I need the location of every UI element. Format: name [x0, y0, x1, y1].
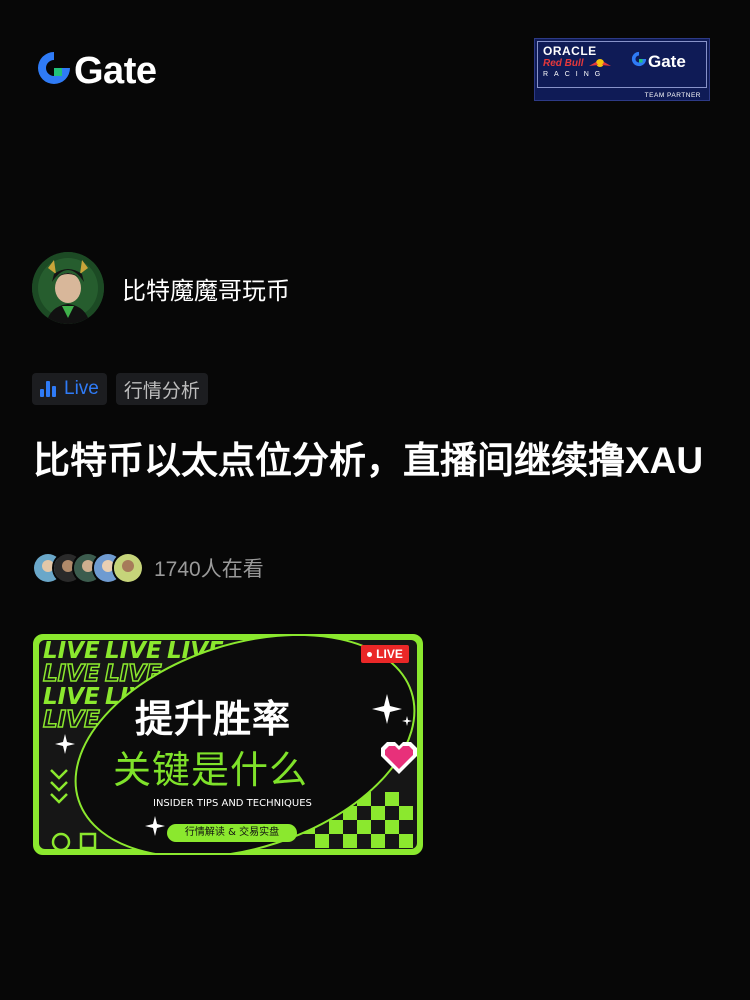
viewer-count: 1740人在看 [154, 558, 264, 581]
live-badge-label: LIVE [376, 647, 403, 661]
bg-live-word: LIVE [43, 707, 100, 733]
thumbnail-headline: 提升胜率 [135, 697, 292, 741]
team-partner-caption: TEAM PARTNER [644, 92, 701, 99]
partner-gate-logo: Gate [631, 51, 686, 72]
author-name[interactable]: 比特魔魔哥玩币 [122, 271, 290, 306]
live-thumbnail[interactable]: LIVE LIVE LIVE LIVE LIVE LIVE LIVE LIVE [33, 634, 423, 855]
racing-text: RACING [543, 71, 607, 78]
gate-logo-text: Gate [74, 49, 157, 92]
red-bull-text: Red Bull [543, 58, 584, 69]
red-bull-icon [587, 56, 613, 70]
live-dot-icon [367, 651, 373, 657]
gate-logo-icon [631, 51, 647, 72]
gate-logo[interactable]: Gate [36, 49, 157, 92]
category-tag[interactable]: 行情分析 [115, 373, 208, 405]
thumbnail-subheadline: 关键是什么 [113, 748, 309, 792]
category-tag-label: 行情分析 [123, 380, 200, 402]
live-bars-icon [40, 381, 56, 397]
live-tag[interactable]: Live [32, 373, 107, 405]
thumbnail-caption: INSIDER TIPS AND TECHNIQUES [153, 798, 312, 809]
live-badge: LIVE [361, 645, 409, 663]
partner-badge: ORACLE Red Bull RACING Gate TEAM PARTNER [534, 38, 710, 101]
tag-row: Live 行情分析 [32, 373, 208, 405]
live-tag-label: Live [64, 378, 99, 399]
post-title[interactable]: 比特币以太点位分析，直播间继续撸XAU [33, 434, 723, 487]
thumbnail-pill: 行情解读 & 交易实盘 [167, 824, 297, 842]
author-row[interactable]: 比特魔魔哥玩币 [32, 252, 290, 324]
partner-gate-text: Gate [648, 51, 686, 71]
viewers-row: 1740人在看 [32, 552, 264, 584]
viewer-avatar [112, 552, 144, 584]
avatar[interactable] [32, 252, 104, 324]
gate-logo-icon [36, 50, 72, 91]
